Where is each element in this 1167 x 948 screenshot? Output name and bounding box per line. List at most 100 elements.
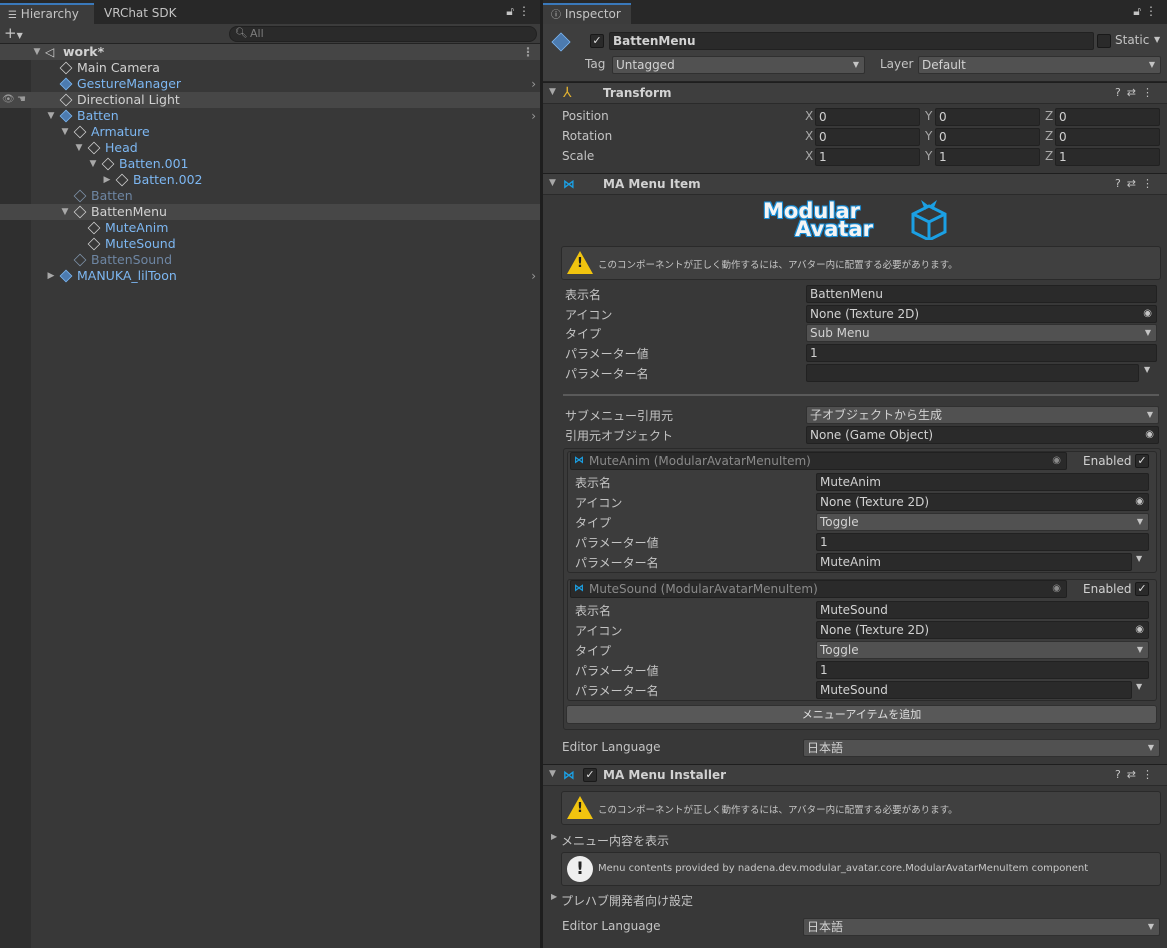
hierarchy-item[interactable]: ▼ Batten.001	[0, 156, 540, 172]
transform-z-field[interactable]: 1	[1055, 148, 1160, 166]
axis-y-label[interactable]: Y	[925, 129, 932, 143]
prefab-settings-foldout[interactable]: プレハブ開発者向け設定	[561, 892, 693, 909]
pickable-hand-icon[interactable]: ☚	[17, 92, 26, 108]
lock-icon[interactable]: 🔓︎	[1133, 4, 1145, 18]
tab-hierarchy[interactable]: ☰ Hierarchy	[0, 3, 94, 24]
menu-item-header[interactable]: ▼ ⋈ MA Menu Item ?⇄⋮	[543, 173, 1167, 195]
fold-arrow-icon[interactable]: ▼	[74, 140, 84, 156]
hierarchy-item[interactable]: ▶ MANUKA_lilToon ›	[0, 268, 540, 284]
hierarchy-item[interactable]: ▼ Armature	[0, 124, 540, 140]
more-menu-icon[interactable]: ⋮	[518, 4, 534, 18]
hierarchy-item[interactable]: 👁︎ ☚ Directional Light	[0, 92, 540, 108]
child-field[interactable]: MuteAnim	[816, 473, 1149, 491]
transform-z-field[interactable]: 0	[1055, 128, 1160, 146]
child-field[interactable]: Toggle	[816, 641, 1149, 659]
fold-arrow-icon[interactable]: ▼	[549, 178, 556, 188]
chevron-right-icon[interactable]: ›	[531, 108, 536, 124]
axis-z-label[interactable]: Z	[1045, 109, 1053, 123]
more-menu-icon[interactable]: ⋮	[1142, 86, 1159, 99]
target-icon[interactable]: ◉	[1052, 581, 1061, 597]
axis-y-label[interactable]: Y	[925, 149, 932, 163]
show-contents-foldout[interactable]: メニュー内容を表示	[561, 832, 669, 849]
hierarchy-item[interactable]: Main Camera	[0, 60, 540, 76]
scene-row[interactable]: ▼ ◁ work* ⋮	[0, 44, 540, 60]
preset-icon[interactable]: ⇄	[1127, 768, 1142, 781]
installer-editor-language-dropdown[interactable]: 日本語	[803, 918, 1160, 936]
preset-icon[interactable]: ⇄	[1127, 177, 1142, 190]
enabled-checkbox[interactable]: ✓	[1135, 582, 1149, 596]
installer-enabled-checkbox[interactable]: ✓	[583, 768, 597, 782]
fold-arrow-icon[interactable]: ▼	[32, 44, 42, 60]
fold-arrow-icon[interactable]: ▼	[60, 204, 70, 220]
child-field[interactable]: MuteAnim	[816, 553, 1132, 571]
hierarchy-item[interactable]: ▼ Head	[0, 140, 540, 156]
help-icon[interactable]: ?	[1115, 86, 1127, 99]
more-menu-icon[interactable]: ⋮	[1142, 768, 1159, 781]
transform-y-field[interactable]: 1	[935, 148, 1040, 166]
chevron-right-icon[interactable]: ›	[531, 76, 536, 92]
fold-arrow-right-icon[interactable]: ▶	[46, 268, 56, 284]
chevron-down-icon[interactable]: ▼	[1144, 365, 1150, 374]
fold-arrow-icon[interactable]: ▼	[549, 87, 556, 97]
fold-arrow-icon[interactable]: ▼	[88, 156, 98, 172]
scene-more-icon[interactable]: ⋮	[522, 44, 534, 60]
fold-arrow-right-icon[interactable]: ▶	[102, 172, 112, 188]
axis-z-label[interactable]: Z	[1045, 129, 1053, 143]
transform-y-field[interactable]: 0	[935, 108, 1040, 126]
transform-z-field[interactable]: 0	[1055, 108, 1160, 126]
submenu-source-dropdown[interactable]: 子オブジェクトから生成	[806, 406, 1159, 424]
fold-arrow-icon[interactable]: ▼	[60, 124, 70, 140]
help-icon[interactable]: ?	[1115, 768, 1127, 781]
hierarchy-item[interactable]: MuteAnim	[0, 220, 540, 236]
axis-z-label[interactable]: Z	[1045, 149, 1053, 163]
add-menu-item-button[interactable]: メニューアイテムを追加	[566, 705, 1157, 724]
help-icon[interactable]: ?	[1115, 177, 1127, 190]
static-checkbox[interactable]	[1097, 34, 1111, 48]
hierarchy-search-input[interactable]: 🔍︎ All	[229, 26, 537, 42]
hierarchy-item[interactable]: ▶ Batten.002	[0, 172, 540, 188]
transform-x-field[interactable]: 1	[815, 148, 920, 166]
source-object-field[interactable]: None (Game Object)	[806, 426, 1159, 444]
create-button[interactable]: +▼	[4, 24, 23, 45]
axis-x-label[interactable]: X	[805, 109, 813, 123]
enabled-checkbox[interactable]: ✓	[1135, 454, 1149, 468]
hierarchy-item[interactable]: GestureManager ›	[0, 76, 540, 92]
transform-header[interactable]: ▼ ⅄ Transform ?⇄⋮	[543, 82, 1167, 104]
menu-item-field[interactable]: Sub Menu	[806, 324, 1157, 342]
tab-inspector[interactable]: ⓘ Inspector	[543, 3, 631, 24]
tab-vrchat-sdk[interactable]: VRChat SDK	[96, 3, 185, 24]
more-menu-icon[interactable]: ⋮	[1145, 4, 1161, 18]
menu-installer-header[interactable]: ▼ ⋈ ✓ MA Menu Installer ?⇄⋮	[543, 764, 1167, 786]
child-menu-item-header[interactable]: ⋈ MuteAnim (ModularAvatarMenuItem) ◉	[570, 452, 1067, 470]
hierarchy-item[interactable]: ▼ Batten ›	[0, 108, 540, 124]
transform-y-field[interactable]: 0	[935, 128, 1040, 146]
hierarchy-item[interactable]: BattenSound	[0, 252, 540, 268]
child-field[interactable]: None (Texture 2D)	[816, 621, 1149, 639]
object-name-field[interactable]: BattenMenu	[609, 32, 1094, 50]
menu-item-field[interactable]: None (Texture 2D)	[806, 305, 1157, 323]
object-active-checkbox[interactable]: ✓	[590, 34, 604, 48]
fold-arrow-right-icon[interactable]: ▶	[551, 892, 557, 901]
more-menu-icon[interactable]: ⋮	[1142, 177, 1159, 190]
chevron-right-icon[interactable]: ›	[531, 268, 536, 284]
visibility-eye-icon[interactable]: 👁︎	[2, 92, 15, 108]
axis-x-label[interactable]: X	[805, 149, 813, 163]
hierarchy-item[interactable]: ▼ BattenMenu	[0, 204, 540, 220]
fold-arrow-icon[interactable]: ▼	[46, 108, 56, 124]
chevron-down-icon[interactable]: ▼	[1136, 554, 1142, 563]
preset-icon[interactable]: ⇄	[1127, 86, 1142, 99]
menu-item-field[interactable]	[806, 364, 1139, 382]
layer-dropdown[interactable]: Default	[918, 56, 1161, 74]
fold-arrow-right-icon[interactable]: ▶	[551, 832, 557, 841]
chevron-down-icon[interactable]: ▼	[1136, 682, 1142, 691]
static-dropdown-icon[interactable]: ▼	[1154, 35, 1160, 44]
child-menu-item-header[interactable]: ⋈ MuteSound (ModularAvatarMenuItem) ◉	[570, 580, 1067, 598]
fold-arrow-icon[interactable]: ▼	[549, 769, 556, 779]
hierarchy-item[interactable]: MuteSound	[0, 236, 540, 252]
editor-language-dropdown[interactable]: 日本語	[803, 739, 1160, 757]
axis-y-label[interactable]: Y	[925, 109, 932, 123]
child-field[interactable]: Toggle	[816, 513, 1149, 531]
child-field[interactable]: 1	[816, 533, 1149, 551]
menu-item-field[interactable]: 1	[806, 344, 1157, 362]
child-field[interactable]: MuteSound	[816, 601, 1149, 619]
